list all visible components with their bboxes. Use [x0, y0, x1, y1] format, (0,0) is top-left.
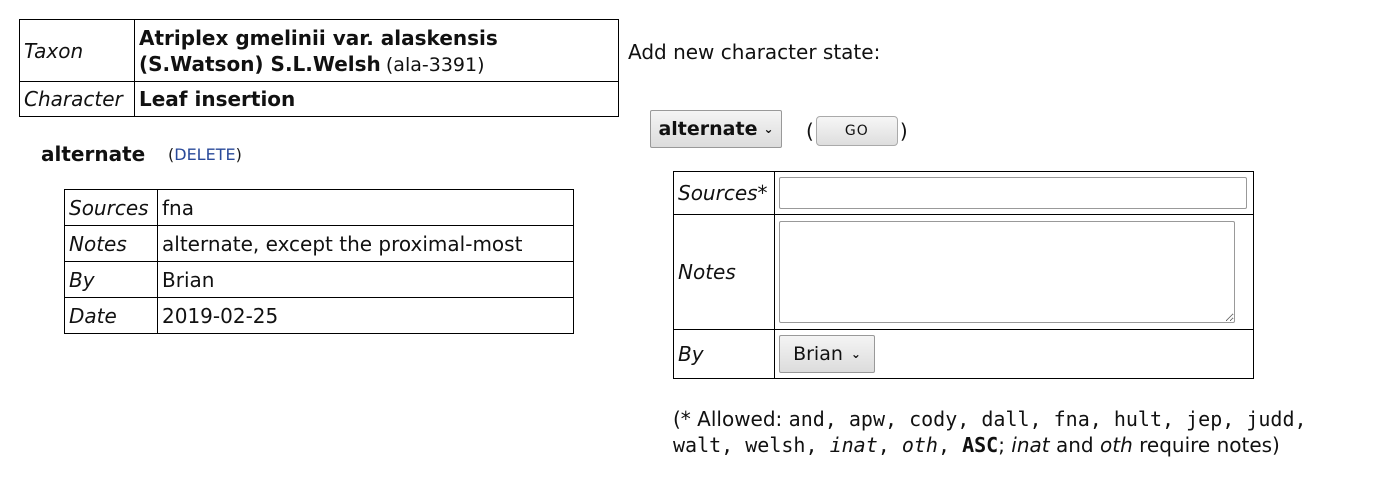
- state-select[interactable]: alternate ⌄: [650, 110, 782, 148]
- sources-value: fna: [157, 189, 574, 226]
- allowed-code: and: [788, 407, 825, 431]
- allowed-suffix-oth: oth: [1099, 433, 1133, 457]
- form-row-sources: Sources*: [673, 171, 1254, 215]
- taxon-cell: Atriplex gmelinii var. alaskensis (S.Wat…: [134, 19, 619, 82]
- delete-link-wrap: (DELETE): [168, 145, 242, 164]
- form-sources-cell: [774, 171, 1254, 215]
- by-label: By: [64, 261, 158, 298]
- allowed-code: welsh: [745, 433, 806, 457]
- form-row-by: By Brian ⌄: [673, 329, 1254, 379]
- detail-row-date: Date 2019-02-25: [64, 297, 574, 334]
- go-open-paren: (: [806, 119, 814, 143]
- notes-value: alternate, except the proximal-most: [157, 225, 574, 262]
- form-notes-label: Notes: [673, 214, 775, 330]
- form-by-label: By: [673, 329, 775, 379]
- state-select-value: alternate: [658, 118, 758, 140]
- state-detail-table: Sources fna Notes alternate, except the …: [64, 189, 574, 334]
- add-state-form-table: Sources* Notes By Brian ⌄: [673, 171, 1254, 379]
- delete-close-paren: ): [235, 145, 242, 164]
- sources-input[interactable]: [779, 177, 1247, 209]
- form-by-cell: Brian ⌄: [774, 329, 1254, 379]
- go-button[interactable]: GO: [815, 116, 898, 146]
- detail-row-notes: Notes alternate, except the proximal-mos…: [64, 225, 574, 262]
- date-value: 2019-02-25: [157, 297, 574, 334]
- taxon-row: Taxon Atriplex gmelinii var. alaskensis …: [19, 19, 619, 82]
- sources-label: Sources: [64, 189, 158, 226]
- go-wrap: ( GO ): [806, 116, 908, 146]
- allowed-code: walt: [673, 433, 722, 457]
- allowed-suffix-end: require notes): [1132, 433, 1280, 457]
- by-select[interactable]: Brian ⌄: [779, 335, 875, 373]
- date-label: Date: [64, 297, 158, 334]
- allowed-code: judd: [1246, 407, 1295, 431]
- allowed-code: hult: [1113, 407, 1163, 431]
- allowed-code: jep: [1186, 407, 1223, 431]
- allowed-suffix-and: and: [1049, 433, 1100, 457]
- chevron-down-icon: ⌄: [850, 347, 861, 361]
- taxon-id: (ala-3391): [385, 53, 485, 76]
- allowed-suffix-inat: inat: [1011, 433, 1050, 457]
- notes-label: Notes: [64, 225, 158, 262]
- by-select-value: Brian: [793, 343, 843, 365]
- add-state-title: Add new character state:: [628, 40, 881, 64]
- go-close-paren: ): [899, 119, 908, 143]
- allowed-suffix-sep: ;: [998, 433, 1012, 457]
- state-name-heading: alternate: [41, 142, 146, 166]
- by-value: Brian: [157, 261, 574, 298]
- chevron-down-icon: ⌄: [763, 122, 774, 136]
- character-row: Character Leaf insertion: [19, 81, 619, 117]
- form-notes-cell: [774, 214, 1254, 330]
- allowed-code: dall: [981, 407, 1030, 431]
- form-row-notes: Notes: [673, 214, 1254, 330]
- taxon-character-table: Taxon Atriplex gmelinii var. alaskensis …: [19, 19, 619, 117]
- allowed-code: fna: [1053, 407, 1090, 431]
- allowed-code: apw: [848, 407, 885, 431]
- allowed-prefix: (* Allowed:: [673, 407, 789, 431]
- allowed-code-italic: oth: [901, 433, 938, 457]
- notes-textarea[interactable]: [779, 221, 1235, 323]
- character-label: Character: [19, 81, 135, 117]
- form-sources-label: Sources*: [673, 171, 775, 215]
- detail-row-by: By Brian: [64, 261, 574, 298]
- delete-link[interactable]: DELETE: [174, 145, 235, 164]
- taxon-label: Taxon: [19, 19, 135, 82]
- character-name: Leaf insertion: [134, 81, 619, 117]
- detail-row-sources: Sources fna: [64, 189, 574, 226]
- allowed-code: cody: [909, 407, 958, 431]
- allowed-code-bold: ASC: [962, 433, 999, 457]
- allowed-code-italic: inat: [829, 433, 878, 457]
- allowed-sources-note: (* Allowed: and, apw, cody, dall, fna, h…: [673, 407, 1307, 457]
